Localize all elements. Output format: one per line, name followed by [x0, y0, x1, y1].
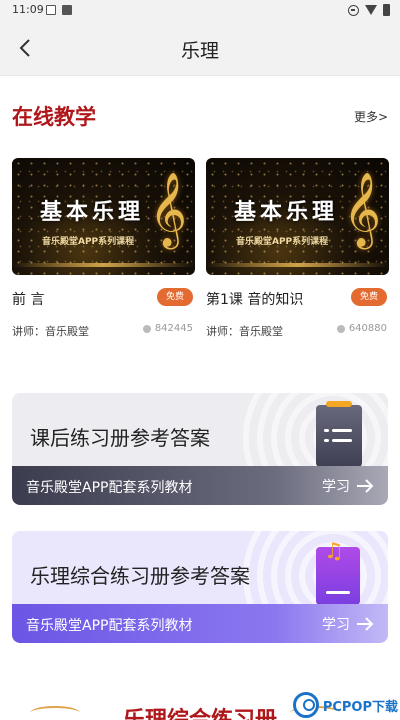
free-badge: 免费: [351, 288, 387, 306]
app-notification-icon: [62, 5, 72, 15]
course-cover-image[interactable]: 基本乐理 音乐殿堂APP系列课程 𝄞: [206, 158, 389, 275]
view-count-value: 640880: [348, 323, 387, 334]
pcpop-logo-icon: [292, 692, 319, 718]
list-bullet: [324, 439, 329, 442]
arrow-right-icon: [357, 617, 374, 631]
cover-title: 基本乐理: [234, 199, 339, 225]
banner-subtitle: 音乐殿堂APP配套系列教材: [26, 618, 193, 634]
cover-glow: [12, 263, 195, 267]
treble-clef-icon: 𝄞: [343, 173, 381, 247]
watermark: PCPOP下载: [292, 692, 398, 718]
study-button[interactable]: 学习: [322, 614, 374, 634]
study-label: 学习: [322, 479, 350, 495]
more-link[interactable]: 更多>: [354, 108, 388, 125]
study-label: 学习: [322, 617, 350, 633]
notification-icons: [46, 5, 72, 15]
cover-subtitle: 音乐殿堂APP系列课程: [236, 237, 329, 247]
music-book-icon: ♫: [316, 539, 360, 605]
cover-subtitle: 音乐殿堂APP系列课程: [42, 237, 135, 247]
course-teacher: 讲师：音乐殿堂: [206, 325, 283, 338]
view-count-value: 842445: [154, 323, 193, 334]
free-badge: 免费: [157, 288, 193, 306]
banner-bar[interactable]: 音乐殿堂APP配套系列教材 学习: [12, 604, 388, 643]
banner-title: 乐理综合练习册参考答案: [30, 564, 250, 588]
eye-icon: [142, 324, 151, 333]
answer-book-banner[interactable]: 课后练习册参考答案 音乐殿堂APP配套系列教材 学习: [12, 393, 388, 505]
course-teacher: 讲师：音乐殿堂: [12, 325, 89, 338]
treble-clef-icon: 𝄞: [149, 173, 187, 247]
course-card[interactable]: 基本乐理 音乐殿堂APP系列课程 𝄞 第1课 音的知识 免费 讲师：音乐殿堂 6…: [206, 158, 389, 338]
document-list-icon: [316, 401, 362, 467]
music-note-icon: ♫: [324, 539, 344, 564]
wifi-icon: [365, 5, 377, 15]
battery-icon: [383, 4, 390, 16]
system-icons: [348, 4, 390, 16]
arrow-right-icon: [357, 479, 374, 493]
list-line: [332, 429, 352, 432]
clip-decoration: [326, 401, 352, 407]
course-cover-image[interactable]: 基本乐理 音乐殿堂APP系列课程 𝄞: [12, 158, 195, 275]
status-time: 11:09: [12, 3, 44, 16]
banner-bar[interactable]: 音乐殿堂APP配套系列教材 学习: [12, 466, 388, 505]
study-button[interactable]: 学习: [322, 476, 374, 496]
course-card[interactable]: 基本乐理 音乐殿堂APP系列课程 𝄞 前 言 免费 讲师：音乐殿堂 842445: [12, 158, 195, 338]
watermark-text: PCPOP下载: [322, 699, 398, 715]
course-name[interactable]: 前 言: [12, 289, 44, 309]
top-nav-bar: 乐理: [0, 22, 400, 76]
view-count: 842445: [142, 323, 193, 334]
dnd-icon: [348, 4, 359, 16]
view-count: 640880: [336, 323, 387, 334]
page-title: 乐理: [180, 40, 219, 62]
status-bar: 11:09: [0, 0, 400, 22]
list-line: [332, 439, 352, 442]
cover-title: 基本乐理: [40, 199, 145, 225]
section-title: 在线教学: [12, 105, 96, 129]
list-bullet: [324, 429, 329, 432]
cover-glow: [206, 263, 389, 267]
book-line: [326, 591, 350, 594]
banner-subtitle: 音乐殿堂APP配套系列教材: [26, 480, 193, 496]
theory-workbook-banner[interactable]: 乐理综合练习册参考答案 ♫ 音乐殿堂APP配套系列教材 学习: [12, 531, 388, 643]
image-notification-icon: [46, 5, 56, 15]
course-name[interactable]: 第1课 音的知识: [206, 289, 303, 309]
eye-icon: [336, 324, 345, 333]
banner-title: 课后练习册参考答案: [30, 426, 210, 450]
